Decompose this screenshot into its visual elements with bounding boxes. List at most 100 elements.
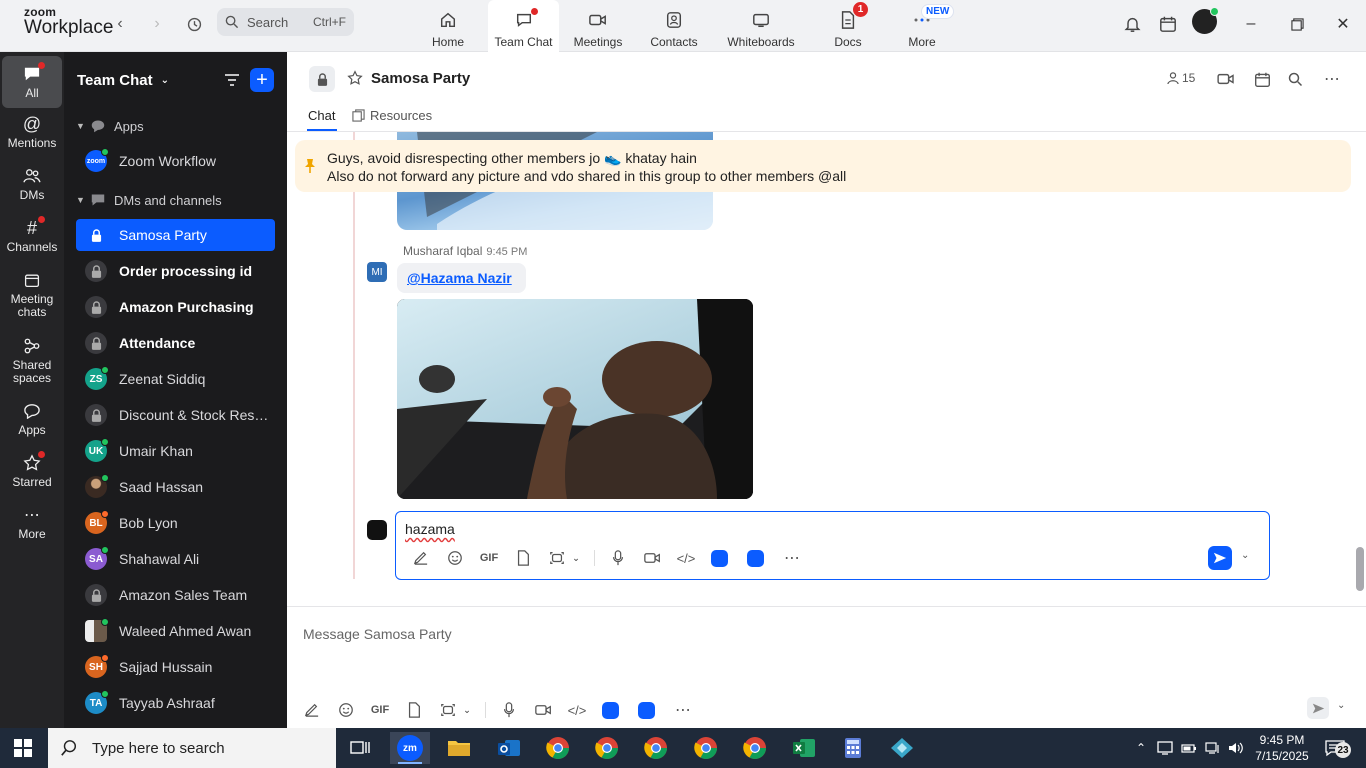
calendar-icon[interactable] bbox=[1156, 12, 1180, 36]
shared-image[interactable] bbox=[397, 299, 753, 499]
emoji-icon[interactable] bbox=[335, 699, 357, 721]
more-options-icon[interactable]: ⋯ bbox=[672, 699, 694, 721]
video-icon[interactable] bbox=[1215, 68, 1237, 90]
section-apps[interactable]: ▼ Apps bbox=[76, 117, 144, 135]
rail-all[interactable]: All bbox=[2, 56, 62, 108]
thread-reply-box[interactable]: hazama GIF ⌄ </> ⋯ ⌄ bbox=[395, 511, 1270, 580]
chrome-icon[interactable] bbox=[636, 732, 676, 764]
close-button[interactable]: ✕ bbox=[1328, 12, 1358, 36]
excel-icon[interactable] bbox=[784, 732, 824, 764]
avatar[interactable]: MI bbox=[367, 262, 387, 282]
calendar-icon[interactable] bbox=[1251, 68, 1273, 90]
bell-icon[interactable] bbox=[1120, 12, 1144, 36]
sidebar-item-bob-lyon[interactable]: BL Bob Lyon bbox=[76, 507, 275, 539]
format-icon[interactable] bbox=[301, 699, 323, 721]
section-dms-channels[interactable]: ▼ DMs and channels bbox=[76, 191, 222, 209]
rail-mentions[interactable]: @ Mentions bbox=[2, 114, 62, 150]
sidebar-item-samosa-party[interactable]: Samosa Party bbox=[76, 219, 275, 251]
screenshot-icon[interactable] bbox=[437, 699, 459, 721]
tab-home[interactable]: Home bbox=[420, 0, 476, 52]
sidebar-item-shahawal-ali[interactable]: SA Shahawal Ali bbox=[76, 543, 275, 575]
zoom-taskbar-icon[interactable]: zm bbox=[390, 732, 430, 764]
tab-team-chat[interactable]: Team Chat bbox=[488, 0, 559, 52]
task-view-icon[interactable] bbox=[340, 732, 380, 764]
tab-whiteboards[interactable]: Whiteboards bbox=[722, 0, 800, 52]
sidebar-item-waleed-ahmed-awan[interactable]: Waleed Ahmed Awan bbox=[76, 615, 275, 647]
rail-shared-spaces[interactable]: Shared spaces bbox=[2, 336, 62, 385]
sidebar-item-amazon-sales-team[interactable]: Amazon Sales Team bbox=[76, 579, 275, 611]
send-button[interactable] bbox=[1208, 546, 1232, 570]
back-icon[interactable]: ‹ bbox=[108, 12, 132, 36]
channel-title[interactable]: Samosa Party bbox=[371, 70, 470, 87]
format-icon[interactable] bbox=[410, 547, 432, 569]
tab-more[interactable]: NEW More bbox=[896, 0, 955, 52]
user-avatar[interactable] bbox=[1192, 7, 1219, 34]
code-icon[interactable]: </> bbox=[566, 699, 588, 721]
sidebar-item-attendance[interactable]: Attendance bbox=[76, 327, 275, 359]
rail-starred[interactable]: Starred bbox=[2, 451, 62, 489]
message-list[interactable]: Guys, avoid disrespecting other members … bbox=[287, 132, 1366, 606]
history-icon[interactable] bbox=[182, 12, 206, 36]
sidebar-item-discount-stock[interactable]: Discount & Stock Reser... bbox=[76, 399, 275, 431]
sidebar-item-amazon-purchasing[interactable]: Amazon Purchasing bbox=[76, 291, 275, 323]
search-box[interactable]: Search Ctrl+F bbox=[217, 8, 354, 36]
scrollbar[interactable] bbox=[1353, 132, 1364, 606]
add-button[interactable]: + bbox=[250, 68, 274, 92]
tab-meetings[interactable]: Meetings bbox=[568, 0, 628, 52]
app-diamond-icon[interactable] bbox=[882, 732, 922, 764]
sidebar-item-umair-khan[interactable]: UK Umair Khan bbox=[76, 435, 275, 467]
star-icon[interactable] bbox=[347, 70, 363, 89]
calculator-icon[interactable] bbox=[833, 732, 873, 764]
sidebar-item-saad-hassan[interactable]: Saad Hassan bbox=[76, 471, 275, 503]
app-icon[interactable] bbox=[602, 701, 619, 719]
sidebar-item-order-processing[interactable]: Order processing id bbox=[76, 255, 275, 287]
chrome-icon[interactable] bbox=[686, 732, 726, 764]
app-icon[interactable] bbox=[711, 549, 728, 567]
screenshot-icon[interactable] bbox=[546, 547, 568, 569]
file-icon[interactable] bbox=[403, 699, 425, 721]
chevron-down-icon[interactable]: ⌄ bbox=[1337, 700, 1345, 711]
video-message-icon[interactable] bbox=[532, 699, 554, 721]
sidebar-item-zoom-workflow[interactable]: zoom Zoom Workflow bbox=[76, 145, 275, 177]
rail-more[interactable]: ⋯ More bbox=[2, 505, 62, 541]
rail-dms[interactable]: DMs bbox=[2, 166, 62, 202]
gif-icon[interactable]: GIF bbox=[478, 547, 500, 569]
minimize-button[interactable]: – bbox=[1236, 12, 1266, 36]
chevron-down-icon[interactable]: ⌄ bbox=[570, 547, 582, 569]
battery-icon[interactable] bbox=[1179, 738, 1199, 758]
microphone-icon[interactable] bbox=[607, 547, 629, 569]
chrome-icon[interactable] bbox=[735, 732, 775, 764]
file-explorer-icon[interactable] bbox=[439, 732, 479, 764]
sidebar-item-zeenat-siddiq[interactable]: ZS Zeenat Siddiq bbox=[76, 363, 275, 395]
tab-chat[interactable]: Chat bbox=[308, 108, 335, 123]
app-icon[interactable] bbox=[638, 701, 655, 719]
chrome-icon[interactable] bbox=[538, 732, 578, 764]
tray-monitor-icon[interactable] bbox=[1155, 738, 1175, 758]
chrome-icon[interactable] bbox=[587, 732, 627, 764]
windows-start-icon[interactable] bbox=[14, 739, 32, 757]
taskbar-clock[interactable]: 9:45 PM 7/15/2025 bbox=[1247, 732, 1317, 764]
app-icon[interactable] bbox=[747, 549, 764, 567]
network-icon[interactable] bbox=[1203, 738, 1223, 758]
notification-center[interactable]: 23 bbox=[1325, 738, 1355, 758]
restore-button[interactable] bbox=[1282, 12, 1312, 36]
message-composer[interactable]: Message Samosa Party GIF ⌄ </> ⋯ ⌄ bbox=[287, 606, 1366, 728]
tab-resources[interactable]: Resources bbox=[352, 108, 432, 123]
filter-icon[interactable] bbox=[222, 70, 242, 90]
more-options-icon[interactable]: ⋯ bbox=[781, 547, 803, 569]
chevron-down-icon[interactable]: ⌄ bbox=[1241, 550, 1249, 561]
tab-contacts[interactable]: Contacts bbox=[646, 0, 702, 52]
file-icon[interactable] bbox=[512, 547, 534, 569]
reply-input-text[interactable]: hazama bbox=[405, 521, 455, 537]
message-input[interactable]: Message Samosa Party bbox=[303, 626, 452, 642]
send-button[interactable] bbox=[1307, 697, 1329, 719]
sidebar-item-sajjad-hussain[interactable]: SH Sajjad Hussain bbox=[76, 651, 275, 683]
volume-icon[interactable] bbox=[1226, 738, 1246, 758]
tab-docs[interactable]: 1 Docs bbox=[822, 0, 874, 52]
outlook-icon[interactable] bbox=[489, 732, 529, 764]
mention-link[interactable]: @Hazama Nazir bbox=[407, 270, 512, 286]
emoji-icon[interactable] bbox=[444, 547, 466, 569]
chevron-down-icon[interactable]: ⌄ bbox=[461, 699, 473, 721]
video-message-icon[interactable] bbox=[641, 547, 663, 569]
rail-apps[interactable]: Apps bbox=[2, 401, 62, 437]
